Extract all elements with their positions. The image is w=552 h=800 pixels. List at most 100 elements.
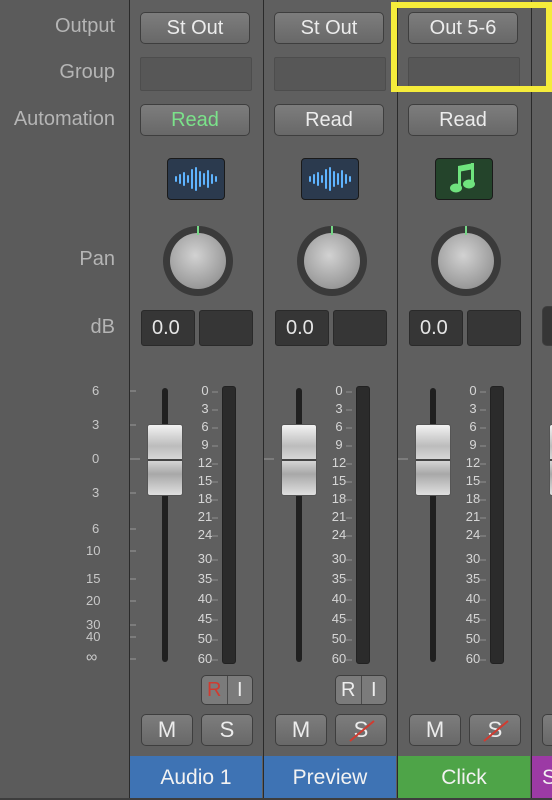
meter-label: 30: [197, 551, 213, 566]
channel-strip-click: Out 5-6 Read 0.0 0 3 6 9 12 15 18 21 24 …: [397, 0, 531, 798]
peak-readout: [467, 310, 521, 346]
meter-label: 40: [197, 591, 213, 606]
meter-label: 45: [197, 611, 213, 626]
meter-label: 24: [331, 527, 347, 542]
mute-button[interactable]: M: [275, 714, 327, 746]
meter-label: 0: [469, 383, 477, 398]
meter-label: 30: [331, 551, 347, 566]
meter-label: 6: [469, 419, 477, 434]
meter-label: 12: [331, 455, 347, 470]
automation-mode-button[interactable]: Read: [408, 104, 518, 136]
pan-knob[interactable]: [431, 226, 501, 296]
volume-fader[interactable]: [281, 424, 317, 496]
volume-readout[interactable]: 0.0: [409, 310, 463, 346]
meter-label: 9: [469, 437, 477, 452]
meter-label: 0: [335, 383, 343, 398]
meter-label: 15: [197, 473, 213, 488]
channel-strip-preview: St Out Read 0.0 0 3 6 9 12 15 18 21 24 3…: [263, 0, 397, 798]
group-slot[interactable]: [140, 57, 252, 91]
meter-label: 35: [197, 571, 213, 586]
input-monitor-button[interactable]: I: [226, 676, 253, 704]
channel-strip-audio-1: St Out Read 0.0 0 3 6 9 12 15 18 21 24 3…: [129, 0, 263, 798]
solo-button[interactable]: S: [201, 714, 253, 746]
meter-label: 60: [465, 651, 481, 666]
level-meter: [490, 386, 504, 664]
volume-readout[interactable]: [542, 306, 552, 346]
db-row-label: dB: [90, 316, 115, 338]
meter-label: 9: [201, 437, 209, 452]
meter-label: 0: [201, 383, 209, 398]
fader-scale-label: 20: [86, 593, 101, 608]
automation-mode-button[interactable]: Read: [274, 104, 384, 136]
meter-label: 6: [201, 419, 209, 434]
pan-row-label: Pan: [79, 248, 115, 270]
solo-safe-slash-icon: [349, 720, 375, 742]
meter-label: 12: [197, 455, 213, 470]
fader-scale-label: 15: [86, 571, 101, 586]
record-enable-button[interactable]: R: [336, 676, 361, 704]
record-input-group: R I: [335, 675, 387, 705]
meter-label: 9: [335, 437, 343, 452]
meter-label: 24: [197, 527, 213, 542]
channel-name-partial[interactable]: S: [532, 756, 552, 798]
fader-scale-label: 40: [86, 629, 101, 644]
group-slot[interactable]: [274, 57, 386, 91]
audio-waveform-icon[interactable]: [301, 158, 359, 200]
meter-label: 45: [331, 611, 347, 626]
pan-knob[interactable]: [163, 226, 233, 296]
fader-scale-label: 6: [92, 521, 100, 536]
volume-readout[interactable]: 0.0: [141, 310, 195, 346]
channel-strip-partial: [531, 0, 552, 798]
solo-safe-slash-icon: [483, 720, 509, 742]
volume-fader[interactable]: [415, 424, 451, 496]
meter-label: 50: [465, 631, 481, 646]
output-button[interactable]: St Out: [140, 12, 250, 44]
input-monitor-button[interactable]: I: [360, 676, 387, 704]
output-row-label: Output: [54, 15, 115, 37]
mute-button[interactable]: [542, 714, 552, 746]
meter-label: 50: [197, 631, 213, 646]
meter-label: 60: [331, 651, 347, 666]
output-button[interactable]: St Out: [274, 12, 384, 44]
record-input-group: R I: [201, 675, 253, 705]
volume-fader[interactable]: [147, 424, 183, 496]
meter-label: 6: [335, 419, 343, 434]
solo-button[interactable]: S: [335, 714, 387, 746]
meter-label: 3: [201, 401, 209, 416]
fader-scale-label: 3: [92, 417, 100, 432]
meter-label: 24: [465, 527, 481, 542]
fader-scale-label: 3: [92, 485, 100, 500]
fader-scale-label: ∞: [86, 649, 98, 666]
peak-readout: [333, 310, 387, 346]
fader-scale-label: 6: [92, 383, 100, 398]
channel-name-click[interactable]: Click: [398, 756, 530, 798]
output-highlight-box: [391, 2, 552, 92]
meter-label: 60: [197, 651, 213, 666]
meter-label: 35: [331, 571, 347, 586]
meter-label: 45: [465, 611, 481, 626]
volume-readout[interactable]: 0.0: [275, 310, 329, 346]
row-labels-column: Output Group Automation Pan dB: [0, 0, 129, 798]
meter-label: 21: [465, 509, 481, 524]
record-enable-button[interactable]: R: [202, 676, 227, 704]
meter-label: 21: [197, 509, 213, 524]
meter-label: 3: [335, 401, 343, 416]
automation-mode-button[interactable]: Read: [140, 104, 250, 136]
mute-button[interactable]: M: [141, 714, 193, 746]
channel-name-preview[interactable]: Preview: [264, 756, 396, 798]
meter-label: 50: [331, 631, 347, 646]
music-note-icon[interactable]: [435, 158, 493, 200]
pan-knob[interactable]: [297, 226, 367, 296]
meter-label: 18: [331, 491, 347, 506]
solo-button[interactable]: S: [469, 714, 521, 746]
meter-label: 35: [465, 571, 481, 586]
meter-label: 18: [465, 491, 481, 506]
channel-name-audio-1[interactable]: Audio 1: [130, 756, 262, 798]
mute-button[interactable]: M: [409, 714, 461, 746]
audio-waveform-icon[interactable]: [167, 158, 225, 200]
fader-scale-label: 10: [86, 543, 101, 558]
meter-label: 40: [465, 591, 481, 606]
level-meter: [222, 386, 236, 664]
meter-label: 12: [465, 455, 481, 470]
peak-readout: [199, 310, 253, 346]
